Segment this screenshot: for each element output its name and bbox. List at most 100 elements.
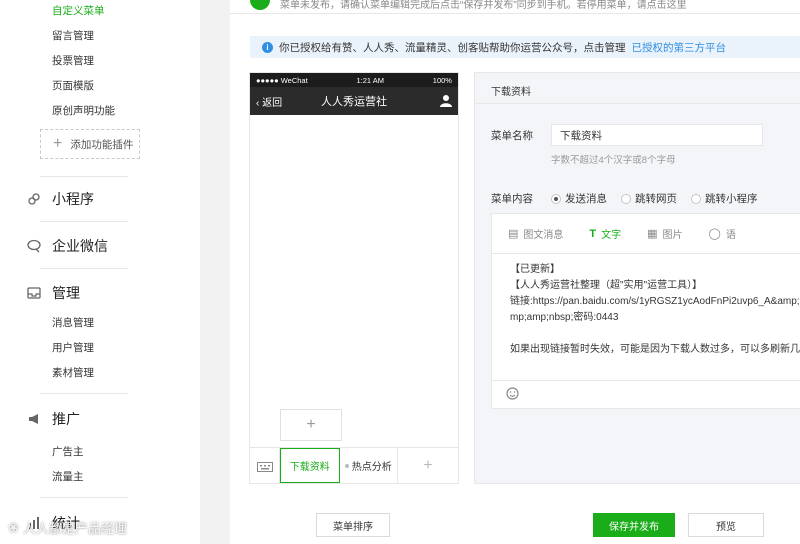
phone-status-bar: ●●●●● WeChat 1:21 AM 100% <box>250 73 458 87</box>
sidebar-group-label: 企业微信 <box>52 238 108 254</box>
sidebar-divider <box>40 176 128 177</box>
text-icon: T <box>589 227 597 240</box>
radio-jump-miniprogram[interactable]: 跳转小程序 <box>691 191 758 206</box>
tab-text[interactable]: T 文字 <box>589 226 622 242</box>
emoji-icon[interactable] <box>506 386 519 403</box>
inbox-icon <box>26 285 42 301</box>
phone-battery: 100% <box>432 75 452 85</box>
menu-name-label: 菜单名称 <box>491 130 533 142</box>
menu-name-hint: 字数不超过4个汉字或8个字母 <box>551 155 676 166</box>
chat-bubble-icon <box>26 238 42 254</box>
tab-label: 图片 <box>662 230 683 241</box>
editor-toolbar <box>492 380 800 408</box>
phone-time: 1:21 AM <box>356 75 385 85</box>
sidebar-divider <box>40 221 128 222</box>
panel-divider <box>475 103 800 104</box>
phone-back: ‹ 返回 <box>256 97 283 109</box>
tab-label: 语 <box>725 230 736 241</box>
plus-icon: + <box>53 135 63 152</box>
radio-checked-icon <box>551 193 561 204</box>
add-menu-button[interactable]: + <box>398 448 458 483</box>
submenu-dot-icon <box>344 463 349 468</box>
keyboard-icon[interactable] <box>250 448 280 483</box>
phone-carrier: ●●●●● WeChat <box>256 75 308 85</box>
radio-send-message[interactable]: 发送消息 <box>551 191 607 206</box>
watermark-text: 人人都是产品经理 <box>22 521 127 536</box>
radio-unchecked-icon <box>691 193 701 204</box>
preview-button[interactable]: 预览 <box>688 513 764 537</box>
save-publish-button[interactable]: 保存并发布 <box>593 513 675 537</box>
message-text-area[interactable]: 【已更新】 【人人秀运营社整理（超"实用"运营工具）】 链接:https://p… <box>492 254 800 380</box>
message-editor: ▤ 图文消息 T 文字 ▦ 图片 ◯ 语 【已更新】 【人人秀运营社整理（超"实… <box>491 213 800 409</box>
third-party-platform-link[interactable]: 已授权的第三方平台 <box>632 40 727 55</box>
tab-label: 图文消息 <box>523 230 564 241</box>
link-icon <box>26 191 42 207</box>
phone-nav-bar: ‹ 返回 人人秀运营社 <box>250 87 458 115</box>
menu-content-options: 发送消息 跳转网页 跳转小程序 <box>551 191 758 206</box>
info-icon: i <box>262 41 273 53</box>
sidebar-divider <box>40 268 128 269</box>
info-circle-icon <box>250 0 270 10</box>
menu-button-label: 下载资料 <box>289 462 330 473</box>
sidebar-item-page-templates[interactable]: 页面模版 <box>52 78 94 93</box>
authorization-notice: i 你已授权给有赞、人人秀、流量精灵、创客贴帮助你运营公众号，点击管理 已授权的第… <box>250 36 800 58</box>
radio-jump-webpage[interactable]: 跳转网页 <box>621 191 677 206</box>
menu-name-input[interactable]: 下载资料 <box>551 124 763 146</box>
tab-label: 文字 <box>601 230 622 241</box>
menu-editor-panel: 下载资料 菜单名称 下载资料 字数不超过4个汉字或8个字母 菜单内容 发送消息 … <box>474 72 800 484</box>
watermark-logo-icon: ❀ <box>8 519 19 535</box>
image-icon: ▦ <box>647 228 658 240</box>
watermark: ❀ 人人都是产品经理 <box>8 518 127 537</box>
content-line: 【已更新】 <box>510 264 560 275</box>
sidebar-item-materials[interactable]: 素材管理 <box>52 365 94 380</box>
sidebar-divider <box>40 393 128 394</box>
phone-menu-bar: 下载资料 热点分析 + <box>250 447 458 483</box>
sidebar-group-label: 小程序 <box>52 191 94 207</box>
notice-text: 你已授权给有赞、人人秀、流量精灵、创客贴帮助你运营公众号，点击管理 <box>279 41 626 54</box>
panel-title: 下载资料 <box>491 87 531 98</box>
radio-label: 跳转小程序 <box>705 193 758 205</box>
phone-back-label: 返回 <box>262 97 283 109</box>
radio-label: 跳转网页 <box>635 193 677 205</box>
user-icon <box>440 94 452 107</box>
megaphone-icon <box>26 411 42 427</box>
sidebar-group-label: 管理 <box>52 285 80 301</box>
tab-voice[interactable]: ◯ 语 <box>709 226 736 241</box>
tab-image[interactable]: ▦ 图片 <box>647 226 682 241</box>
menu-button-download[interactable]: 下载资料 <box>280 448 340 483</box>
content-line <box>510 326 783 342</box>
sidebar-group-mini-program[interactable]: 小程序 <box>26 189 94 209</box>
top-banner-text: 菜单未发布，请确认菜单编辑完成后点击“保存并发布”同步到手机。若停用菜单，请点击… <box>280 0 687 11</box>
message-type-tabs: ▤ 图文消息 T 文字 ▦ 图片 ◯ 语 <box>492 214 800 254</box>
sidebar: 自定义菜单 留言管理 投票管理 页面模版 原创声明功能 + 添加功能插件 小程序… <box>0 0 200 544</box>
menu-button-label: 热点分析 <box>351 462 392 473</box>
phone-preview: ●●●●● WeChat 1:21 AM 100% ‹ 返回 人人秀运营社 + … <box>249 72 459 484</box>
sidebar-item-comments[interactable]: 留言管理 <box>52 28 94 43</box>
content-line: mp;amp;nbsp;密码:0443 <box>510 312 619 323</box>
sidebar-item-messages[interactable]: 消息管理 <box>52 315 94 330</box>
article-icon: ▤ <box>508 228 519 240</box>
voice-icon: ◯ <box>708 228 721 240</box>
sidebar-group-manage[interactable]: 管理 <box>26 283 80 303</box>
menu-button-hot-topics[interactable]: 热点分析 <box>340 448 398 483</box>
sidebar-item-traffic-owner[interactable]: 流量主 <box>52 469 84 484</box>
sidebar-item-users[interactable]: 用户管理 <box>52 340 94 355</box>
sidebar-item-votes[interactable]: 投票管理 <box>52 53 94 68</box>
sidebar-item-advertiser[interactable]: 广告主 <box>52 444 84 459</box>
radio-unchecked-icon <box>621 193 631 204</box>
top-banner: 菜单未发布，请确认菜单编辑完成后点击“保存并发布”同步到手机。若停用菜单，请点击… <box>230 0 800 14</box>
menu-sort-button[interactable]: 菜单排序 <box>316 513 390 537</box>
tab-article[interactable]: ▤ 图文消息 <box>508 226 563 241</box>
add-plugin-button[interactable]: + 添加功能插件 <box>40 129 140 159</box>
sidebar-divider <box>40 497 128 498</box>
menu-content-label: 菜单内容 <box>491 193 533 205</box>
add-submenu-button[interactable]: + <box>280 409 342 441</box>
content-line: 如果出现链接暂时失效，可能是因为下载人数过多，可以多刷新几次 <box>510 344 800 355</box>
radio-label: 发送消息 <box>565 193 607 205</box>
content-line: 链接:https://pan.baidu.com/s/1yRGSZ1ycAodF… <box>510 296 800 307</box>
phone-title: 人人秀运营社 <box>321 96 387 108</box>
sidebar-item-custom-menu[interactable]: 自定义菜单 <box>52 3 105 18</box>
sidebar-item-original-declaration[interactable]: 原创声明功能 <box>52 103 115 118</box>
sidebar-group-enterprise-wechat[interactable]: 企业微信 <box>26 236 108 256</box>
sidebar-group-promote[interactable]: 推广 <box>26 409 80 429</box>
